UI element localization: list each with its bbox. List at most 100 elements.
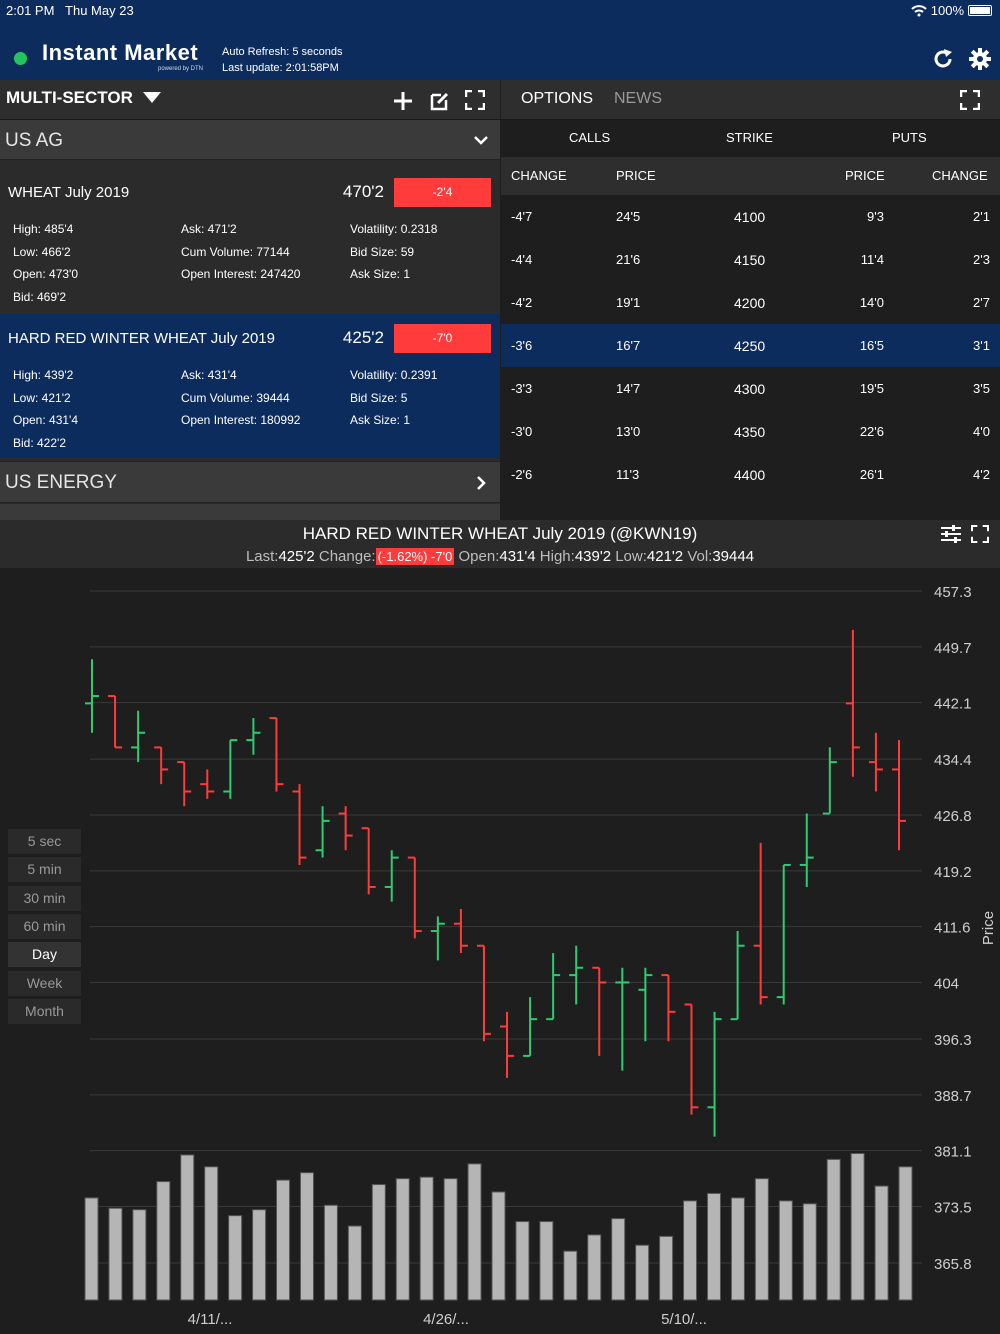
y-tick-label: 365.8 (934, 1256, 972, 1273)
ohlc-bar (223, 739, 238, 799)
volume-bar (371, 1184, 386, 1301)
chart-expand-icon[interactable] (971, 525, 989, 543)
quote-change-badge: -7'0 (394, 324, 491, 353)
ohlc-bar (384, 850, 399, 902)
call-price: 24'5 (616, 209, 641, 224)
ohlc-bar (661, 974, 676, 1042)
col-put-change: CHANGE (932, 168, 988, 183)
put-price: 11'4 (860, 252, 884, 267)
call-change: -3'3 (511, 381, 533, 396)
call-change: -4'7 (511, 209, 533, 224)
put-change: 2'3 (973, 252, 990, 267)
tab-options[interactable]: OPTIONS (521, 90, 593, 108)
call-price: 11'3 (616, 467, 640, 482)
call-change: -4'2 (511, 295, 533, 310)
tab-news[interactable]: NEWS (614, 90, 662, 108)
put-price: 14'0 (859, 295, 884, 310)
put-price: 26'1 (859, 467, 884, 482)
status-time: 2:01 PM Thu May 23 (6, 3, 134, 18)
ohlc-bar (131, 710, 146, 763)
quote-open-interest: Open Interest: 180992 (181, 413, 301, 427)
ohlc-bar (476, 944, 491, 1042)
put-change: 3'1 (973, 338, 990, 353)
volume-bar (491, 1191, 506, 1301)
call-change: -4'4 (511, 252, 533, 267)
strike: 4100 (734, 209, 766, 225)
call-change: -3'0 (511, 424, 533, 439)
col-call-change: CHANGE (511, 168, 567, 183)
group-us-ag[interactable]: US AG (0, 120, 500, 160)
volume-bar (299, 1172, 314, 1301)
auto-refresh-text: Auto Refresh: 5 seconds (222, 46, 343, 58)
put-change: 4'0 (973, 424, 990, 439)
ohlc-bar (523, 997, 538, 1057)
edit-icon[interactable] (429, 90, 451, 112)
status-date: Thu May 23 (65, 3, 134, 18)
ohlc-bar (338, 806, 353, 851)
add-icon[interactable] (392, 90, 414, 112)
expand-icon[interactable] (960, 90, 980, 110)
options-row[interactable]: -2'6 11'3 4400 26'1 4'2 (501, 453, 1000, 496)
options-row[interactable]: -3'6 16'7 4250 16'5 3'1 (501, 324, 1000, 367)
chevron-right-icon (477, 476, 486, 490)
strike: 4250 (734, 338, 766, 354)
chart-settings-sliders-icon[interactable] (940, 524, 962, 544)
settings-gear-icon[interactable] (967, 46, 993, 72)
put-price: 16'5 (859, 338, 884, 353)
timeframe-button[interactable]: Week (8, 970, 81, 996)
quote-cum-volume: Cum Volume: 77144 (181, 245, 290, 259)
refresh-icon[interactable] (930, 46, 956, 72)
options-row[interactable]: -3'0 13'0 4350 22'6 4'0 (501, 410, 1000, 453)
wifi-icon (911, 4, 927, 16)
call-price: 13'0 (616, 424, 641, 439)
quote-high: High: 485'4 (13, 222, 74, 236)
quote-bid: Bid: 469'2 (13, 290, 66, 304)
quote-card-wheat[interactable]: WHEAT July 2019 470'2 -2'4 High: 485'4 L… (0, 168, 500, 312)
battery-icon (968, 5, 992, 16)
strike: 4150 (734, 252, 766, 268)
timeframe-button[interactable]: 30 min (8, 885, 81, 911)
quote-cum-volume: Cum Volume: 39444 (181, 391, 290, 405)
status-indicators: 100% (911, 3, 992, 18)
timeframe-button[interactable]: 5 sec (8, 829, 81, 854)
vol-value: 39444 (712, 548, 755, 565)
options-row[interactable]: -4'7 24'5 4100 9'3 2'1 (501, 195, 1000, 238)
battery-percent: 100% (930, 3, 964, 18)
y-tick-label: 426.8 (934, 808, 972, 825)
options-row[interactable]: -4'2 19'1 4200 14'0 2'7 (501, 281, 1000, 324)
quote-card-hrw-wheat[interactable]: HARD RED WINTER WHEAT July 2019 425'2 -7… (0, 314, 500, 458)
volume-bar (156, 1181, 171, 1301)
options-row[interactable]: -3'3 14'7 4300 19'5 3'5 (501, 367, 1000, 410)
quote-ask: Ask: 431'4 (181, 368, 237, 382)
col-call-price: PRICE (616, 168, 656, 183)
sector-selector[interactable]: MULTI-SECTOR (6, 88, 133, 108)
sector-dropdown-icon[interactable] (143, 92, 161, 104)
ohlc-chart[interactable]: 457.3 449.7 442.1 434.4 426.8 419.2 411.6 404 39… (0, 568, 1000, 1334)
quote-open-interest: Open Interest: 247420 (181, 267, 301, 281)
price-chart-area[interactable]: 5 sec 5 min 30 min 60 min Day Week Month 457.3… (0, 568, 1000, 1334)
live-status-dot (14, 52, 27, 65)
last-update-text: Last update: 2:01:58PM (222, 62, 339, 74)
y-tick-label: 434.4 (934, 752, 972, 769)
volume-bar (826, 1158, 841, 1301)
high-label: High: (539, 548, 575, 565)
volume-bar (443, 1178, 458, 1301)
ohlc-bar (892, 740, 906, 851)
call-price: 14'7 (616, 381, 641, 396)
volume-bar (874, 1185, 889, 1301)
quote-bid: Bid: 422'2 (13, 436, 66, 450)
expand-icon[interactable] (465, 90, 485, 110)
timeframe-button[interactable]: Day (8, 942, 81, 968)
timeframe-button[interactable]: 60 min (8, 913, 81, 939)
timeframe-button[interactable]: 5 min (8, 857, 81, 883)
options-row[interactable]: -4'4 21'6 4150 11'4 2'3 (501, 238, 1000, 281)
brand-logo: Instant Market (42, 40, 199, 65)
volume-bar (323, 1204, 338, 1301)
group-us-energy[interactable]: US ENERGY (0, 461, 500, 503)
options-panel: OPTIONS NEWS CALLS STRIKE PUTS CHANGE PR… (501, 80, 1000, 520)
quote-ask-size: Ask Size: 1 (350, 413, 411, 427)
timeframe-button[interactable]: Month (8, 998, 81, 1024)
volume-bar (563, 1250, 578, 1301)
quote-title: HARD RED WINTER WHEAT July 2019 (8, 330, 275, 347)
y-tick-label: 419.2 (934, 864, 972, 881)
